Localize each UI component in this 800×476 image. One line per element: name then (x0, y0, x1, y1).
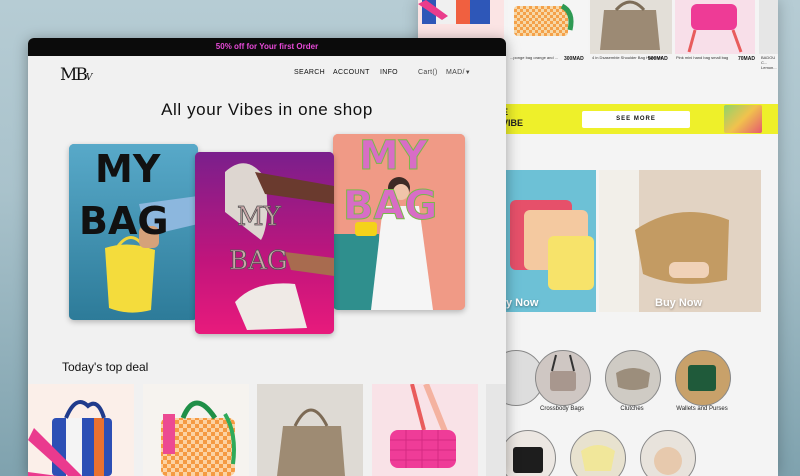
announcement-text: 50% off for Your first Order (215, 42, 319, 51)
category-clutches[interactable] (605, 350, 661, 406)
hero-card[interactable]: MY BAG (69, 144, 198, 320)
product-image (28, 400, 112, 476)
category-label: Crossbody Bags (539, 406, 585, 412)
site-logo[interactable]: MBV (60, 65, 92, 85)
currency-selector[interactable]: MAD/▼ (446, 69, 471, 76)
product-card[interactable] (675, 0, 755, 54)
promo-card[interactable]: y Now (500, 170, 596, 312)
hero-image (195, 152, 334, 334)
brand-logo-icon (724, 105, 762, 133)
product-image (600, 0, 660, 50)
product-caption: BADOU C... Lemon... (761, 55, 777, 70)
nav-search-link[interactable]: SEARCH (294, 69, 325, 76)
bag-icon (513, 447, 543, 473)
hero-word: BAG (342, 183, 438, 229)
category-thumb[interactable] (570, 430, 626, 476)
product-card[interactable] (590, 0, 672, 54)
hand-bag-icon (654, 447, 682, 475)
promo-image (599, 170, 761, 312)
category-label: Clutches (620, 406, 644, 412)
category-thumb[interactable] (500, 430, 556, 476)
category-crossbody[interactable] (535, 350, 591, 406)
category-label: Wallets and Purses (676, 406, 728, 412)
logo-text: MB (60, 65, 88, 85)
product-price: 500MAD (648, 56, 668, 62)
hero-word: MY (359, 134, 429, 179)
product-image (687, 4, 743, 53)
clutch-bag-icon (616, 368, 650, 390)
wallet-icon (688, 365, 716, 391)
deal-card[interactable] (28, 384, 134, 476)
currency-label: MAD/ (446, 69, 465, 76)
product-image (390, 384, 456, 468)
category-wallets[interactable] (675, 350, 731, 406)
logo-sub: V (85, 73, 92, 83)
product-card[interactable] (759, 0, 778, 54)
see-more-button[interactable]: SEE MORE (582, 111, 690, 128)
banner-line: E (502, 107, 542, 118)
hero-card[interactable]: MY BAG (195, 152, 334, 334)
product-price: 300MAD (564, 56, 584, 62)
product-price: 70MAD (738, 56, 755, 62)
product-image (277, 408, 345, 476)
main-page-window: 50% off for Your first Order MBV SEARCH … (28, 38, 506, 476)
crossbody-bag-icon (550, 354, 576, 391)
promo-card[interactable]: Buy Now (599, 170, 761, 312)
page-headline: All your Vibes in one shop (161, 100, 373, 119)
deal-card[interactable] (486, 384, 506, 476)
buy-now-link[interactable]: y Now (506, 297, 538, 309)
section-title: Today's top deal (62, 360, 149, 374)
banner-text: E VIBE (502, 107, 542, 129)
nav-account-link[interactable]: ACCOUNT (333, 69, 370, 76)
hero-word: MY (237, 202, 282, 232)
product-image (161, 400, 236, 476)
deal-card[interactable] (143, 384, 249, 476)
hero-word: BAG (79, 199, 169, 243)
category-thumb[interactable] (640, 430, 696, 476)
buy-now-link[interactable]: Buy Now (655, 297, 702, 309)
announcement-bar: 50% off for Your first Order (28, 38, 506, 56)
nav-info-link[interactable]: INFO (380, 69, 398, 76)
product-image (514, 3, 574, 36)
deal-card[interactable] (372, 384, 478, 476)
cart-link[interactable]: Cart() (418, 69, 438, 76)
hero-word: MY (95, 147, 161, 191)
hero-word: BAG (229, 246, 288, 276)
shoulder-bag-icon (581, 445, 615, 471)
chevron-down-icon: ▼ (464, 70, 471, 76)
product-card[interactable] (508, 0, 588, 54)
deal-card[interactable] (257, 384, 363, 476)
banner-line: VIBE (502, 118, 524, 128)
hero-card[interactable]: MY BAG (333, 134, 465, 310)
promo-image (500, 170, 596, 312)
